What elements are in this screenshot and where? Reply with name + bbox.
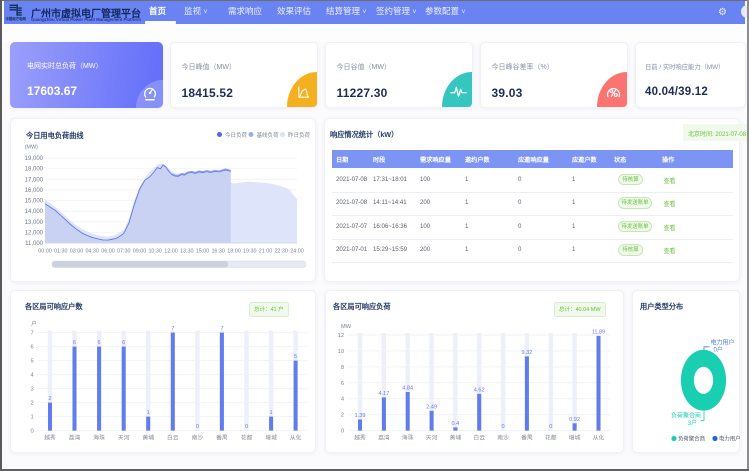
svg-text:0户: 0户 [714, 346, 723, 354]
svg-text:3户: 3户 [688, 419, 697, 427]
svg-text:电力用户: 电力用户 [711, 339, 735, 347]
svg-text:电力用户: 电力用户 [719, 435, 741, 443]
svg-text:负荷聚合商: 负荷聚合商 [678, 435, 706, 443]
svg-text:负荷聚合商: 负荷聚合商 [671, 412, 701, 420]
